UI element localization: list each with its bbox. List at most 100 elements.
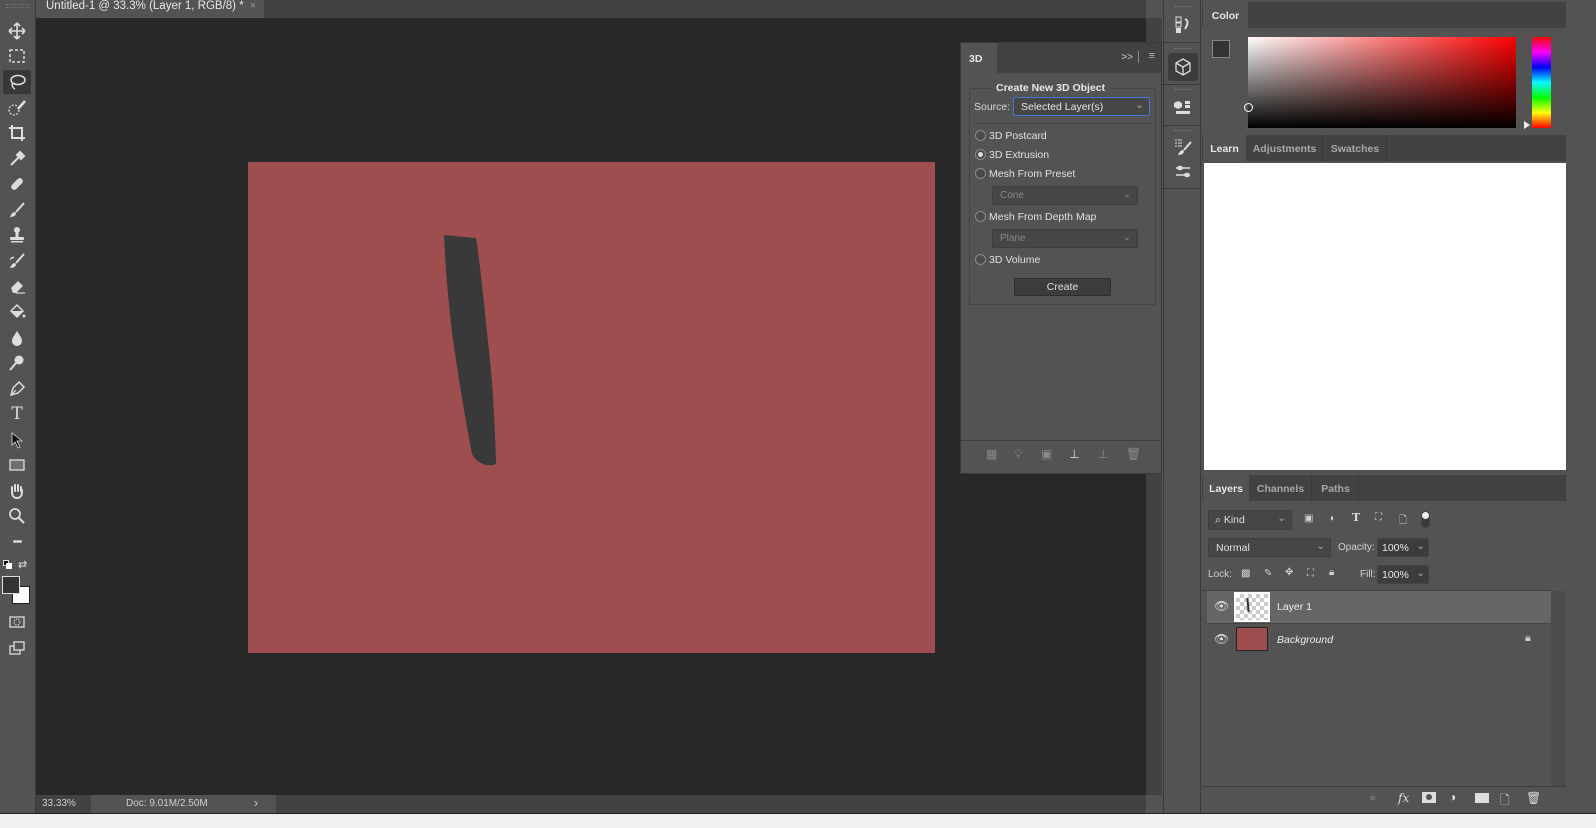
edit-toolbar[interactable]: •••	[3, 530, 31, 554]
3d-cube-icon[interactable]	[1168, 53, 1198, 81]
blend-mode-dropdown[interactable]: Normal ⌄	[1208, 538, 1331, 557]
eyedropper-tool[interactable]	[3, 147, 31, 171]
zoom-tool[interactable]	[3, 504, 31, 528]
filter-toggle[interactable]	[1421, 511, 1430, 528]
3d-properties-icon[interactable]	[1168, 93, 1198, 121]
layer-filter-dropdown[interactable]: ⌕ Kind ⌄	[1208, 510, 1292, 530]
radio-3d-postcard[interactable]	[975, 130, 986, 141]
lock-all-icon[interactable]: 🔒︎	[1329, 567, 1334, 578]
layer-name[interactable]: Layer 1	[1277, 601, 1312, 613]
remove-light-icon[interactable]: ⊥	[1098, 447, 1108, 461]
drop-to-plane-icon[interactable]: ⊥	[1069, 447, 1079, 461]
pen-tool[interactable]	[3, 377, 31, 401]
tab-swatches[interactable]: Swatches	[1324, 135, 1387, 161]
lock-artboard-icon[interactable]: ⛶	[1307, 568, 1314, 579]
opacity-chevron-icon[interactable]: ⌄	[1412, 540, 1425, 552]
quick-mask-button[interactable]	[3, 610, 31, 634]
trash-icon[interactable]: 🗑︎	[1126, 447, 1141, 461]
clone-stamp-tool[interactable]	[3, 223, 31, 247]
delete-layer-icon[interactable]: 🗑︎	[1526, 791, 1541, 805]
option-3d-volume-label[interactable]: 3D Volume	[989, 254, 1040, 266]
lock-image-pixels-icon[interactable]: ✎	[1264, 568, 1272, 579]
brush-tool[interactable]	[3, 198, 31, 222]
radio-3d-extrusion[interactable]	[975, 149, 986, 160]
blur-tool[interactable]	[3, 326, 31, 350]
tab-channels[interactable]: Channels	[1250, 475, 1312, 501]
lock-transparent-pixels-icon[interactable]: ▩	[1241, 568, 1250, 579]
close-tab-icon[interactable]: ×	[250, 0, 256, 12]
fill-chevron-icon[interactable]: ⌄	[1412, 567, 1425, 579]
properties-sliders-icon[interactable]	[1168, 158, 1198, 186]
lasso-tool[interactable]	[3, 70, 31, 94]
tab-3d[interactable]: 3D	[961, 43, 997, 73]
add-mask-icon[interactable]	[1422, 792, 1436, 803]
color-field[interactable]	[1244, 37, 1516, 128]
rectangular-marquee-tool[interactable]	[3, 44, 31, 68]
eraser-tool[interactable]	[3, 274, 31, 298]
color-picker-cursor[interactable]	[1244, 103, 1253, 112]
document-tab[interactable]: Untitled-1 @ 33.3% (Layer 1, RGB/8) * ×	[36, 0, 264, 18]
rectangle-tool[interactable]	[3, 453, 31, 477]
collapse-panel-icon[interactable]: >>	[1121, 52, 1133, 63]
layer-row-layer-1[interactable]: 👁︎ Layer 1	[1207, 591, 1551, 623]
panel-menu-icon[interactable]: ≡	[1149, 50, 1155, 62]
adjustment-layer-icon[interactable]: ◑	[1449, 790, 1456, 804]
filter-adjustment-icon[interactable]: ◑	[1328, 513, 1334, 524]
filter-shape-icon[interactable]: ⛶	[1375, 512, 1382, 523]
depth-map-dropdown[interactable]: Plane ⌄	[992, 229, 1138, 248]
option-mesh-from-depth-map-label[interactable]: Mesh From Depth Map	[989, 211, 1096, 223]
layer-row-background[interactable]: 👁︎ Background 🔒︎	[1207, 623, 1551, 655]
healing-brush-tool[interactable]	[3, 172, 31, 196]
tab-adjustments[interactable]: Adjustments	[1247, 135, 1323, 161]
hue-slider[interactable]	[1532, 37, 1551, 128]
new-layer-icon[interactable]: 🗋︎	[1500, 791, 1510, 812]
move-tool[interactable]	[3, 19, 31, 43]
layer-name[interactable]: Background	[1277, 634, 1333, 646]
tab-layers[interactable]: Layers	[1203, 475, 1249, 501]
link-layers-icon[interactable]: ⚭	[1368, 792, 1377, 805]
status-menu-arrow[interactable]: ›	[254, 796, 258, 810]
foreground-color-swatch[interactable]	[2, 576, 20, 594]
tab-paths[interactable]: Paths	[1313, 475, 1359, 501]
source-dropdown[interactable]: Selected Layer(s) ⌄	[1013, 97, 1150, 116]
fill-input[interactable]: 100% ⌄	[1377, 565, 1429, 584]
preset-dropdown[interactable]: Cone ⌄	[992, 186, 1138, 205]
default-colors-icon[interactable]	[3, 560, 12, 569]
filter-type-icon[interactable]: T	[1352, 511, 1360, 524]
hand-tool[interactable]	[3, 479, 31, 503]
tab-learn[interactable]: Learn	[1203, 135, 1246, 161]
option-3d-extrusion-label[interactable]: 3D Extrusion	[989, 149, 1049, 161]
visibility-eye-icon[interactable]: 👁︎	[1214, 599, 1229, 613]
visibility-eye-icon[interactable]: 👁︎	[1214, 632, 1229, 646]
light-bulb-icon[interactable]: 💡︎	[1014, 447, 1022, 462]
history-icon[interactable]	[1168, 11, 1198, 39]
option-mesh-from-preset-label[interactable]: Mesh From Preset	[989, 168, 1075, 180]
swap-colors-icon[interactable]: ⇄	[18, 558, 27, 571]
tab-color[interactable]: Color	[1203, 2, 1248, 28]
fx-icon[interactable]: fx	[1398, 791, 1409, 805]
path-selection-tool[interactable]	[3, 428, 31, 452]
toolbar-grip[interactable]	[6, 4, 30, 8]
lock-position-icon[interactable]: ✥	[1285, 567, 1293, 578]
paint-bucket-tool[interactable]	[3, 300, 31, 324]
foreground-color-swatch[interactable]	[1212, 40, 1230, 58]
render-icon[interactable]: ▣	[1041, 447, 1052, 461]
opacity-input[interactable]: 100% ⌄	[1377, 538, 1429, 557]
document-canvas[interactable]	[248, 162, 935, 653]
filter-scene-icon[interactable]: ▦	[986, 447, 997, 461]
type-tool[interactable]: T	[3, 402, 31, 426]
radio-3d-volume[interactable]	[975, 254, 986, 265]
new-group-icon[interactable]	[1475, 793, 1489, 803]
option-3d-postcard-label[interactable]: 3D Postcard	[989, 130, 1047, 142]
quick-selection-tool[interactable]	[3, 96, 31, 120]
crop-tool[interactable]	[3, 121, 31, 145]
filter-smart-object-icon[interactable]: 🗋︎	[1399, 513, 1407, 530]
radio-mesh-from-preset[interactable]	[975, 168, 986, 179]
hue-slider-handle[interactable]	[1524, 121, 1530, 129]
radio-mesh-from-depth-map[interactable]	[975, 211, 986, 222]
filter-pixel-icon[interactable]: ▣	[1304, 513, 1313, 524]
history-brush-tool[interactable]	[3, 249, 31, 273]
dodge-tool[interactable]	[3, 351, 31, 375]
screen-mode-button[interactable]	[3, 636, 31, 660]
brush-settings-icon[interactable]	[1168, 133, 1198, 161]
